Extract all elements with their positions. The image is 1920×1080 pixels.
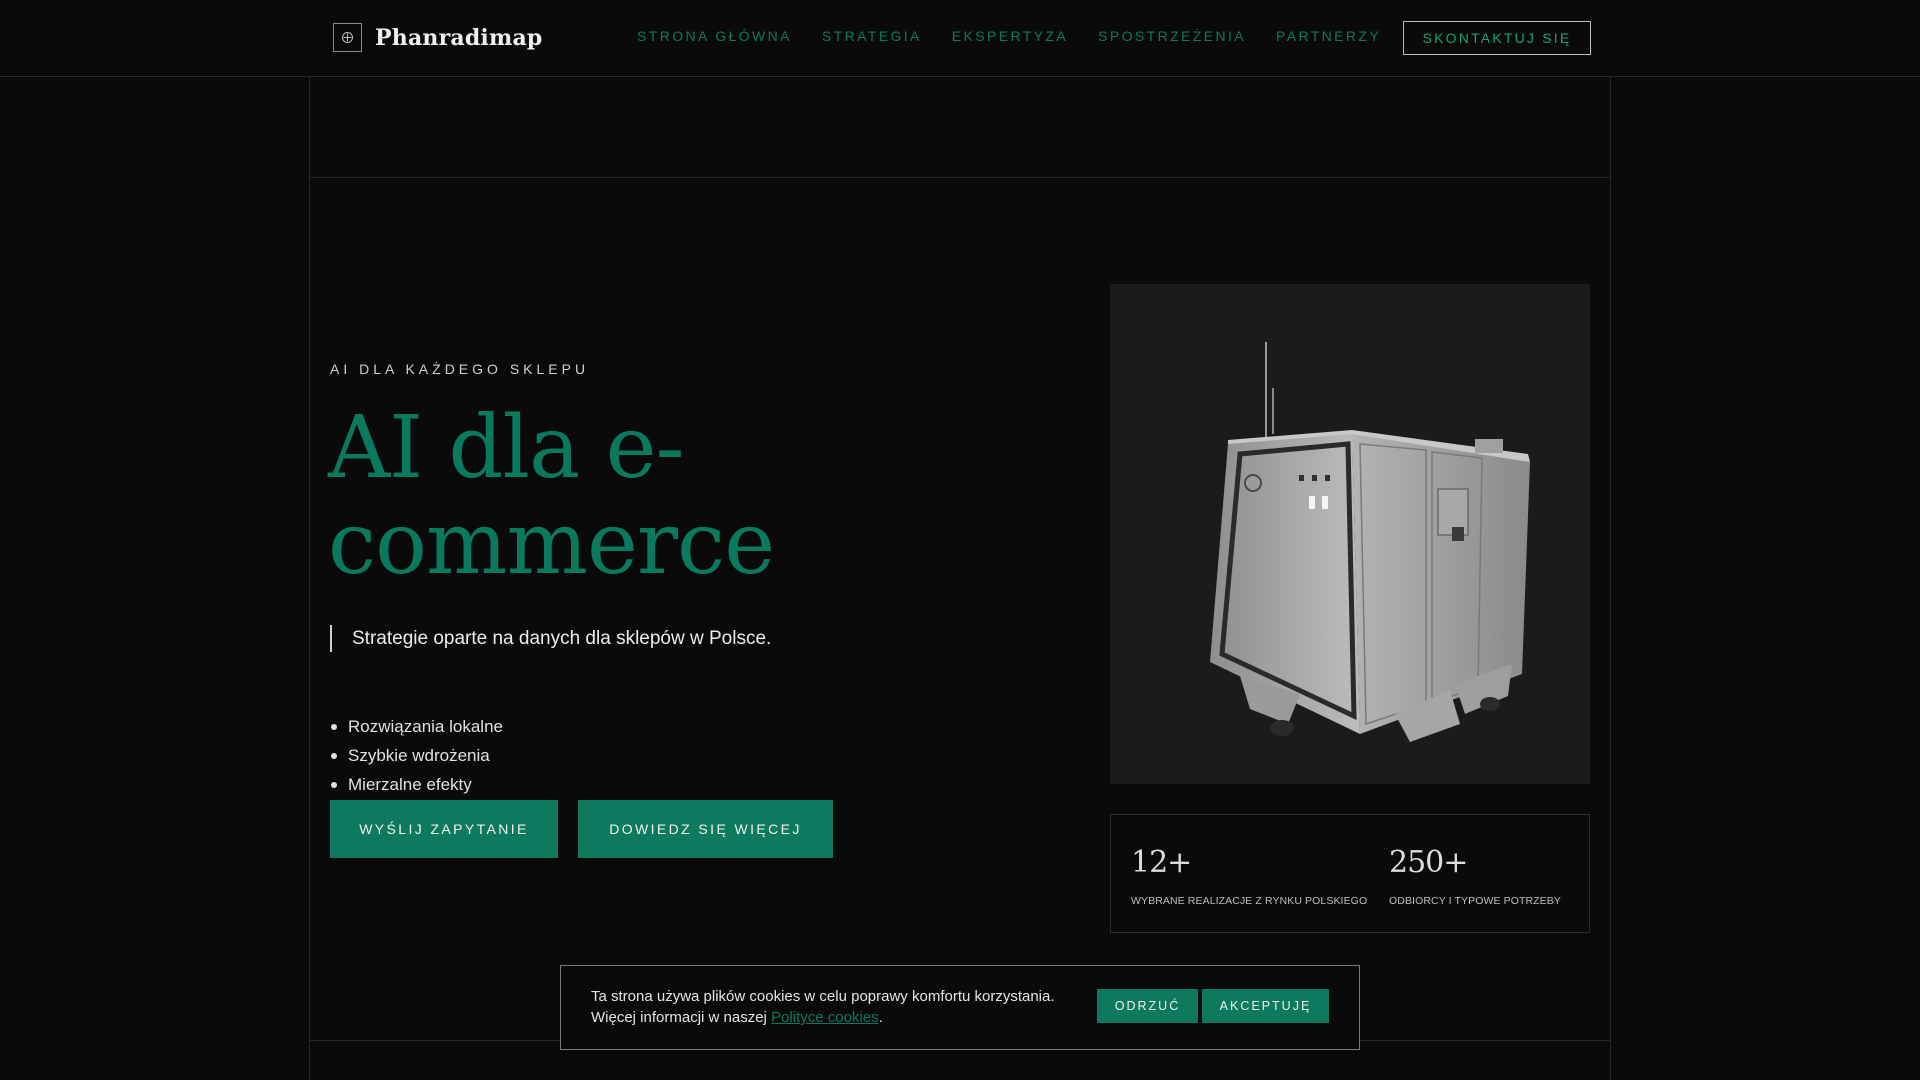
stats-panel: 12+ WYBRANE REALIZACJE Z RYNKU POLSKIEGO… bbox=[1110, 814, 1590, 933]
hero-title: AI dla e-commerce bbox=[328, 398, 775, 594]
nav-item-expertise[interactable]: EKSPERTYZA bbox=[952, 28, 1068, 44]
hero-subtitle: Strategie oparte na danych dla sklepów w… bbox=[330, 625, 771, 652]
cookie-more-prefix: Więcej informacji w naszej bbox=[591, 1009, 772, 1026]
cookie-policy-link[interactable]: Polityce cookies bbox=[771, 1009, 879, 1026]
cookie-more-info: Więcej informacji w naszej Polityce cook… bbox=[591, 1007, 1111, 1028]
logo-text: Phanradimap bbox=[375, 24, 543, 51]
accept-cookies-button[interactable]: AKCEPTUJĘ bbox=[1202, 989, 1329, 1023]
cookie-banner: Ta strona używa plików cookies w celu po… bbox=[560, 965, 1360, 1050]
droid-illustration bbox=[1210, 342, 1530, 742]
logo[interactable]: Phanradimap bbox=[333, 23, 543, 52]
stat-caption: WYBRANE REALIZACJE Z RYNKU POLSKIEGO bbox=[1131, 895, 1368, 907]
cookie-text: Ta strona używa plików cookies w celu po… bbox=[591, 986, 1111, 1028]
frame-divider-left bbox=[309, 77, 310, 1080]
stat-number: 250+ bbox=[1389, 845, 1468, 880]
contact-button[interactable]: SKONTAKTUJ SIĘ bbox=[1403, 21, 1591, 55]
list-item: Mierzalne efekty bbox=[330, 770, 503, 799]
cookie-message: Ta strona używa plików cookies w celu po… bbox=[591, 988, 1055, 1005]
stat-number: 12+ bbox=[1131, 845, 1192, 880]
main-nav: STRONA GŁÓWNA STRATEGIA EKSPERTYZA SPOST… bbox=[637, 28, 1381, 44]
cookie-more-suffix: . bbox=[878, 1009, 883, 1026]
learn-more-button[interactable]: DOWIEDZ SIĘ WIĘCEJ bbox=[578, 800, 833, 858]
reject-cookies-button[interactable]: ODRZUĆ bbox=[1097, 989, 1198, 1023]
hero-eyebrow: AI DLA KAŻDEGO SKLEPU bbox=[330, 361, 590, 377]
nav-item-insights[interactable]: SPOSTRZEŻENIA bbox=[1098, 28, 1246, 44]
list-item: Rozwiązania lokalne bbox=[330, 712, 503, 741]
nav-item-home[interactable]: STRONA GŁÓWNA bbox=[637, 28, 792, 44]
logo-icon bbox=[333, 23, 362, 52]
frame-divider-right bbox=[1610, 77, 1611, 1080]
nav-item-strategy[interactable]: STRATEGIA bbox=[822, 28, 922, 44]
list-item: Szybkie wdrożenia bbox=[330, 741, 503, 770]
hero-image bbox=[1110, 284, 1590, 784]
section-divider-top bbox=[309, 177, 1611, 178]
site-header: Phanradimap STRONA GŁÓWNA STRATEGIA EKSP… bbox=[0, 0, 1920, 77]
feature-list: Rozwiązania lokalne Szybkie wdrożenia Mi… bbox=[330, 712, 503, 799]
send-inquiry-button[interactable]: WYŚLIJ ZAPYTANIE bbox=[330, 800, 558, 858]
nav-item-partners[interactable]: PARTNERZY bbox=[1276, 28, 1381, 44]
stat-caption: ODBIORCY I TYPOWE POTRZEBY bbox=[1389, 895, 1561, 907]
